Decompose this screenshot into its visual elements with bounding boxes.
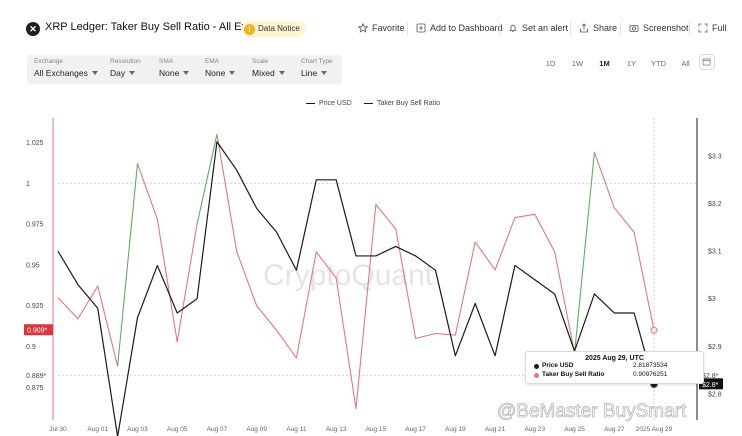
x-tick-label: Aug 01 — [87, 426, 108, 433]
ratio-line-segment — [196, 133, 218, 225]
y-tick-label-right: $3.2 — [708, 201, 722, 208]
ratio-line-segment — [176, 223, 198, 343]
tooltip-date: 2025 Aug 29, UTC — [585, 355, 644, 362]
y-tick-label-left: 0.925 — [26, 303, 44, 310]
y-tick-label-left: 1 — [26, 181, 30, 188]
left-reference-label: 0.889* — [26, 373, 47, 380]
y-tick-label-right: $2.9 — [708, 344, 722, 351]
y-tick-label-right: $3 — [708, 296, 716, 303]
x-tick-label: Aug 15 — [366, 426, 387, 433]
ratio-line-segment — [474, 241, 496, 271]
x-tick-label: Aug 27 — [604, 426, 625, 433]
ratio-line-segment — [514, 213, 536, 219]
x-tick-label: Aug 09 — [246, 426, 267, 433]
tooltip-value: 0.90976251 — [633, 371, 668, 378]
y-tick-label-left: 0.975 — [26, 222, 44, 229]
ratio-line-segment — [275, 329, 297, 359]
tooltip-value: 2.81873534 — [633, 362, 668, 369]
ratio-line-segment — [77, 285, 99, 320]
ratio-value-badge-text: 0.909* — [27, 328, 48, 335]
x-tick-label: Aug 19 — [445, 426, 466, 433]
watermark-credit: @BeMaster BuySmart — [497, 401, 687, 422]
tooltip-row-ratio: Taker Buy Sell Ratio 0.90976251 — [534, 371, 695, 380]
y-tick-label-left: 0.9 — [26, 344, 36, 351]
x-tick-label: Aug 07 — [207, 426, 228, 433]
ratio-line-segment — [434, 332, 456, 336]
ratio-line-segment — [256, 305, 278, 331]
tooltip-label: Price USD — [542, 362, 574, 369]
y-tick-label-right: $3.3 — [708, 154, 722, 161]
x-tick-label: Aug 03 — [127, 426, 148, 433]
x-tick-label: Aug 23 — [524, 426, 545, 433]
ratio-line-segment — [236, 251, 258, 307]
y-tick-label-right: $3.1 — [708, 249, 722, 256]
y-tick-label-right: $2.8 — [708, 391, 722, 398]
x-tick-label: Jul 30 — [49, 426, 67, 433]
ratio-line-segment — [355, 203, 377, 410]
y-tick-label-left: 0.95 — [26, 262, 40, 269]
ratio-line-segment — [415, 332, 437, 339]
ratio-line-segment — [57, 297, 79, 320]
x-tick-label: Aug 13 — [326, 426, 347, 433]
x-tick-label: Aug 25 — [564, 426, 585, 433]
tooltip-dot — [534, 364, 539, 369]
ratio-line-segment — [613, 207, 635, 233]
ratio-line-segment — [534, 213, 556, 253]
ratio-line-segment — [593, 151, 615, 209]
tooltip-row-price: Price USD 2.81873534 — [534, 362, 695, 371]
ratio-point-marker — [650, 326, 658, 334]
ratio-line-segment — [375, 203, 397, 230]
ratio-line-segment — [136, 163, 158, 220]
x-tick-label: Aug 21 — [485, 426, 506, 433]
ratio-line-segment — [335, 277, 357, 410]
y-tick-label-left: 0.875 — [26, 385, 44, 392]
x-tick-label: Aug 05 — [167, 426, 188, 433]
ratio-line-segment — [216, 133, 238, 253]
price-value-badge-text: $2.8* — [702, 382, 719, 389]
x-tick-label: Aug 11 — [286, 426, 307, 433]
tooltip-dot — [534, 373, 539, 378]
ratio-line-segment — [494, 217, 516, 271]
x-tick-label: Aug 17 — [405, 426, 426, 433]
tooltip-label: Taker Buy Sell Ratio — [542, 371, 605, 378]
y-tick-label-left: 1.025 — [26, 140, 44, 147]
ratio-line-segment — [633, 231, 655, 331]
x-tick-label: 2025 Aug 29 — [636, 426, 673, 433]
ratio-line-segment — [156, 218, 178, 343]
ratio-line-segment — [454, 241, 476, 336]
watermark-text: CryptoQuant — [263, 259, 434, 292]
chart-tooltip: 2025 Aug 29, UTC Price USD 2.81873534 Ta… — [525, 351, 704, 384]
